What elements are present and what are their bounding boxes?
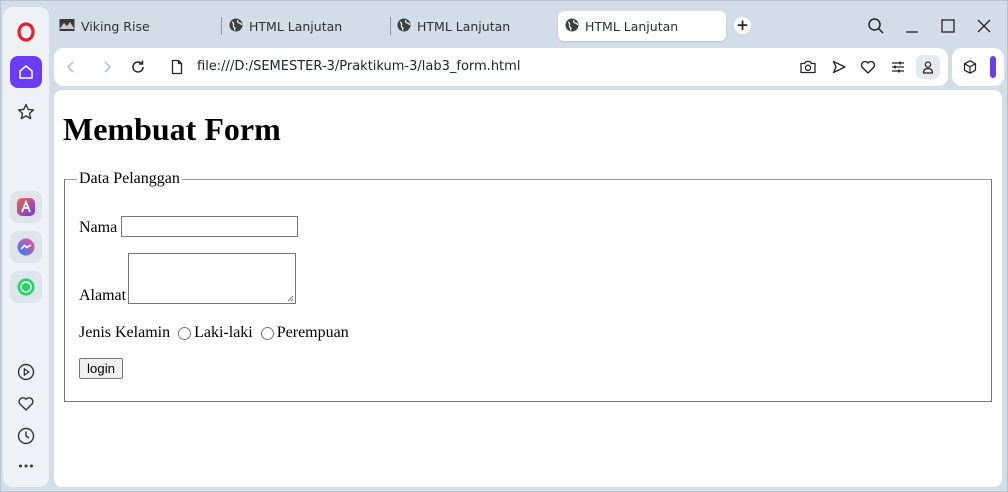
opera-logo-icon[interactable] <box>10 16 42 48</box>
address-row: Alamat <box>79 253 297 304</box>
reload-icon[interactable] <box>128 57 148 77</box>
new-tab-button[interactable]: + <box>734 17 751 34</box>
aria-app-icon[interactable] <box>10 191 42 223</box>
tab-label: Viking Rise <box>81 18 150 34</box>
address-label: Alamat <box>79 287 127 304</box>
profile-icon[interactable] <box>916 55 940 79</box>
home-icon[interactable] <box>10 56 42 88</box>
radio-perempuan[interactable] <box>260 327 274 340</box>
login-button[interactable]: login <box>79 358 123 379</box>
address-url[interactable]: file:///D:/SEMESTER-3/Praktikum-3/lab3_f… <box>197 59 520 74</box>
address-textarea[interactable] <box>128 253 297 304</box>
name-label: Nama <box>79 219 118 236</box>
name-input[interactable] <box>121 216 299 237</box>
forward-arrow-icon[interactable] <box>97 57 117 77</box>
tab-html-lanjutan-1[interactable]: HTML Lanjutan <box>229 11 389 41</box>
whatsapp-icon[interactable] <box>10 271 42 303</box>
more-dots-icon[interactable] <box>10 450 42 482</box>
maximize-icon[interactable] <box>935 13 961 39</box>
player-icon[interactable] <box>10 356 42 388</box>
radio-laki-laki[interactable] <box>178 327 192 340</box>
resize-handle-icon[interactable] <box>286 294 294 302</box>
radio-label-laki-laki: Laki-laki <box>194 324 253 341</box>
fieldset-legend: Data Pelanggan <box>79 170 180 187</box>
back-arrow-icon[interactable] <box>61 57 81 77</box>
tab-html-lanjutan-2[interactable]: HTML Lanjutan <box>397 11 557 41</box>
radio-label-perempuan: Perempuan <box>276 324 349 341</box>
extensions-area <box>952 48 1004 86</box>
name-row: Nama <box>79 216 299 237</box>
tab-viking-rise[interactable]: Viking Rise <box>59 11 219 41</box>
page-title: Membuat Form <box>63 111 281 147</box>
tab-separator <box>390 17 391 35</box>
globe-icon <box>229 18 243 35</box>
browser-sidebar <box>3 7 49 487</box>
web-page: Membuat Form Data Pelanggan Nama Alamat … <box>54 90 1002 487</box>
send-icon[interactable] <box>829 57 849 77</box>
address-toolbar: file:///D:/SEMESTER-3/Praktikum-3/lab3_f… <box>54 48 948 86</box>
minimize-icon[interactable] <box>899 13 925 39</box>
messenger-icon[interactable] <box>10 231 42 263</box>
history-clock-icon[interactable] <box>10 420 42 452</box>
gender-row: Jenis Kelamin Laki-laki Perempuan <box>79 324 349 342</box>
tab-separator <box>221 17 222 35</box>
easy-setup-icon[interactable] <box>888 57 908 77</box>
customer-fieldset: Data Pelanggan Nama Alamat Jenis Kelamin… <box>64 170 992 402</box>
bookmark-heart-icon[interactable] <box>858 57 878 77</box>
search-tabs-icon[interactable] <box>863 13 889 39</box>
tab-label: HTML Lanjutan <box>417 18 511 34</box>
tab-label: HTML Lanjutan <box>249 18 343 34</box>
extensions-cube-icon[interactable] <box>960 57 980 77</box>
close-icon[interactable] <box>971 13 997 39</box>
globe-icon <box>565 18 579 35</box>
browser-window: Viking Rise HTML Lanjutan HTML Lanjutan … <box>0 0 1008 492</box>
camera-snapshot-icon[interactable] <box>798 57 818 77</box>
tab-html-lanjutan-active[interactable]: HTML Lanjutan <box>558 11 726 41</box>
file-page-icon[interactable] <box>167 57 187 77</box>
star-icon[interactable] <box>10 96 42 128</box>
gender-label: Jenis Kelamin <box>79 324 171 341</box>
tab-label: HTML Lanjutan <box>585 18 679 34</box>
heart-icon[interactable] <box>10 388 42 420</box>
game-favicon-icon <box>59 17 75 36</box>
sidebar-accent-bar <box>990 56 996 78</box>
globe-icon <box>397 18 411 35</box>
